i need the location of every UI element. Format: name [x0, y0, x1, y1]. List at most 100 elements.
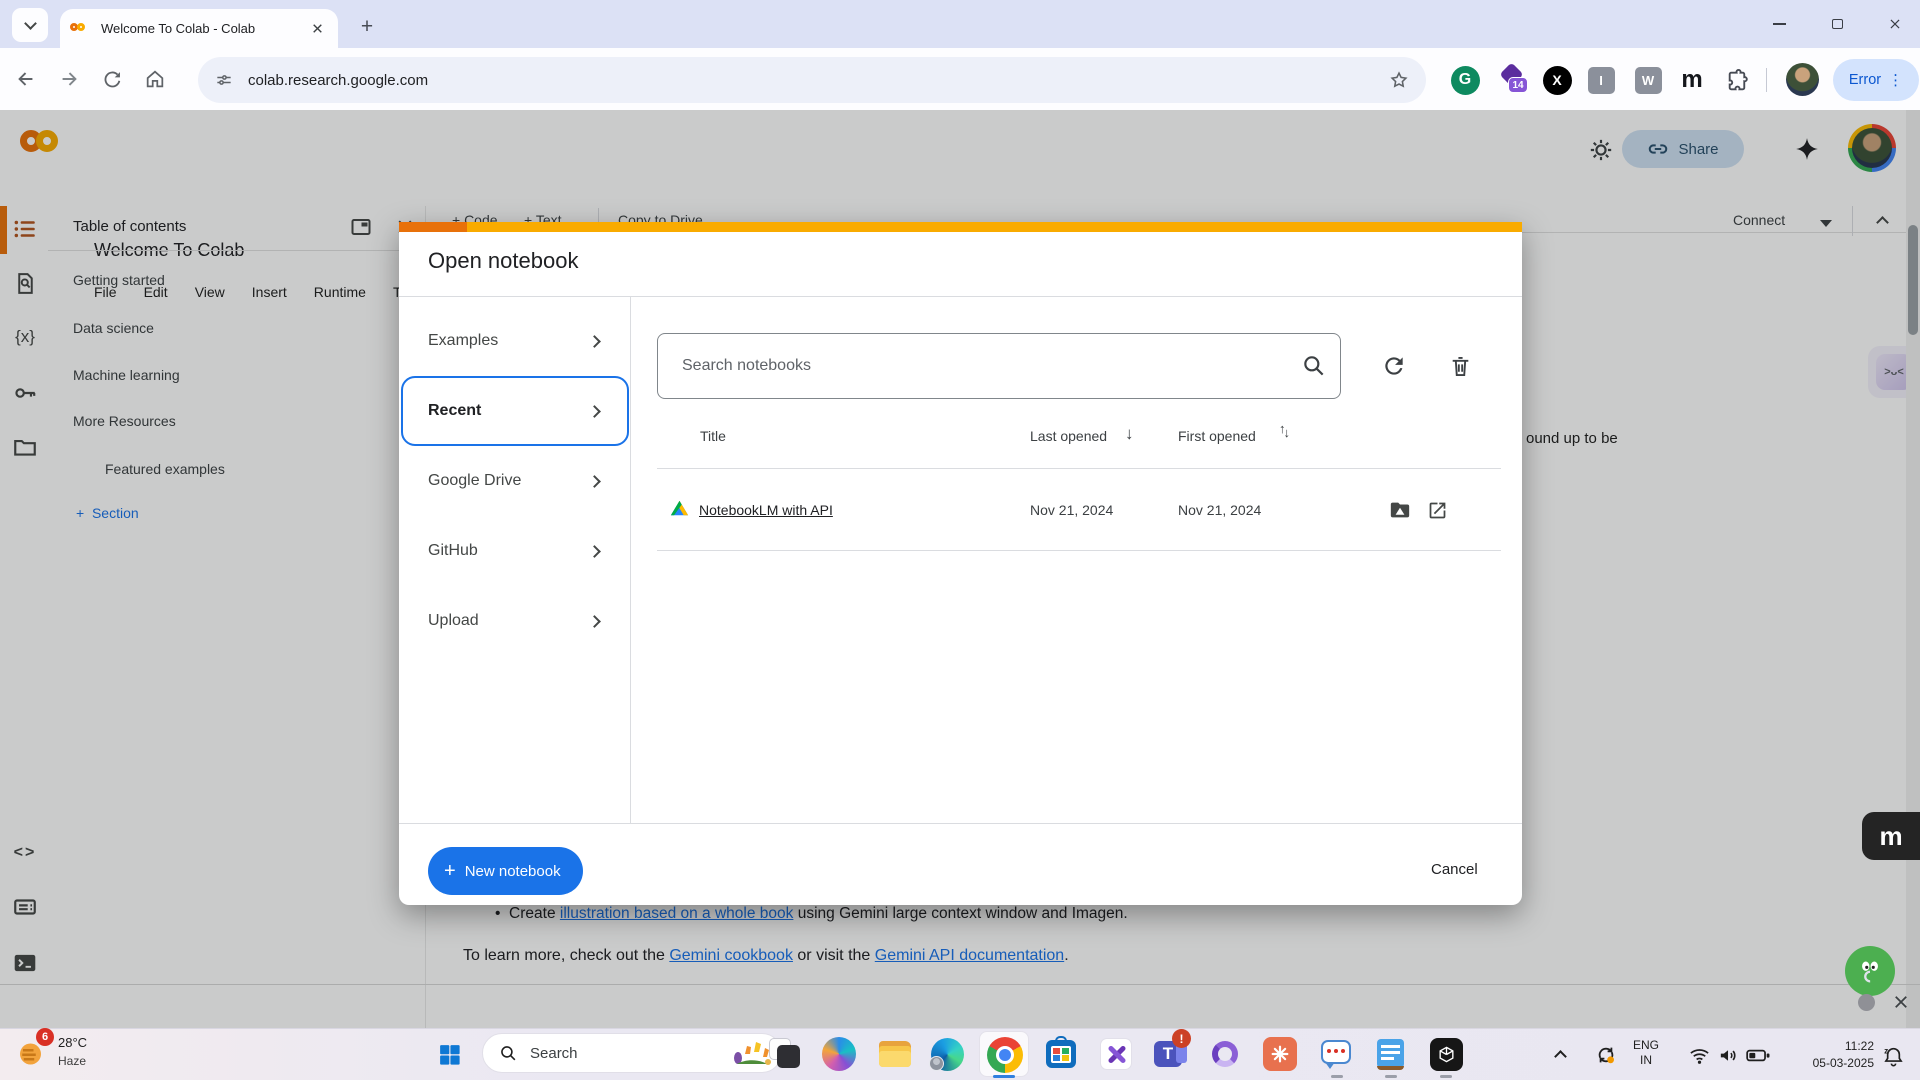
grammarly-extension-icon[interactable]: G — [1449, 64, 1481, 96]
extensions-puzzle-icon[interactable] — [1721, 64, 1753, 96]
column-first-opened[interactable]: First opened — [1178, 428, 1256, 444]
dialog-footer-divider — [399, 823, 1522, 824]
cancel-button[interactable]: Cancel — [1421, 855, 1488, 884]
column-title[interactable]: Title — [700, 428, 726, 444]
language-primary: ENG — [1633, 1038, 1659, 1053]
weather-condition: Haze — [58, 1054, 86, 1068]
tab-search-chevron-button[interactable] — [12, 8, 48, 42]
url-text[interactable]: colab.research.google.com — [248, 72, 1388, 89]
reload-button[interactable] — [95, 62, 129, 96]
clock-date: 05-03-2025 — [1786, 1055, 1874, 1072]
wifi-icon[interactable] — [1685, 1041, 1713, 1069]
copilot-icon[interactable] — [820, 1035, 858, 1073]
monica-extension-button[interactable]: m — [1862, 812, 1920, 860]
w-extension-icon[interactable]: W — [1632, 64, 1664, 96]
chrome-running-indicator — [993, 1075, 1015, 1078]
chat-running-indicator — [1331, 1075, 1343, 1078]
dialog-nav-examples[interactable]: Examples — [409, 317, 621, 365]
start-button[interactable] — [430, 1035, 468, 1073]
cube-app-icon[interactable] — [1427, 1035, 1465, 1073]
notebook-search-input[interactable] — [658, 357, 1288, 375]
nav-label: Examples — [428, 332, 498, 350]
notepad-app-icon[interactable] — [1372, 1035, 1410, 1073]
edge-icon[interactable] — [928, 1035, 966, 1073]
assistant-close-icon[interactable] — [1890, 991, 1912, 1013]
notepad-running-indicator — [1385, 1075, 1397, 1078]
forward-button[interactable] — [52, 62, 86, 96]
browser-update-error-button[interactable]: Error ⋮ — [1833, 59, 1919, 101]
coupon-extension-icon[interactable]: 14 — [1498, 64, 1530, 96]
table-row[interactable]: NotebookLM with API Nov 21, 2024 Nov 21,… — [657, 469, 1501, 550]
chat-app-icon[interactable] — [1318, 1035, 1356, 1073]
cell-first-opened: Nov 21, 2024 — [1178, 502, 1261, 518]
trash-button[interactable] — [1437, 343, 1483, 389]
new-notebook-label: New notebook — [465, 863, 561, 880]
loop-icon[interactable] — [1206, 1035, 1244, 1073]
language-secondary: IN — [1633, 1053, 1659, 1068]
notification-bell-icon[interactable]: z — [1878, 1041, 1908, 1071]
i-extension-icon[interactable]: I — [1585, 64, 1617, 96]
volume-icon[interactable] — [1714, 1041, 1742, 1069]
designer-icon[interactable] — [1097, 1035, 1135, 1073]
back-button[interactable] — [9, 62, 43, 96]
bookmark-star-icon[interactable] — [1388, 69, 1410, 91]
open-in-new-icon[interactable] — [1422, 495, 1452, 525]
active-tab[interactable]: Welcome To Colab - Colab — [60, 9, 338, 48]
sync-status-icon[interactable] — [1592, 1041, 1620, 1069]
cube-running-indicator — [1440, 1075, 1452, 1078]
chevron-right-icon — [588, 545, 601, 558]
tab-title: Welcome To Colab - Colab — [101, 21, 306, 36]
drive-file-icon — [668, 497, 691, 520]
ms-store-icon[interactable] — [1042, 1035, 1080, 1073]
new-tab-button[interactable]: + — [352, 12, 382, 42]
open-in-drive-icon[interactable] — [1385, 495, 1415, 525]
new-notebook-button[interactable]: + New notebook — [428, 847, 583, 895]
refresh-button[interactable] — [1371, 343, 1417, 389]
browser-menu-icon[interactable]: ⋮ — [1888, 73, 1903, 88]
teams-icon[interactable]: T ! — [1152, 1035, 1190, 1073]
tab-close-icon[interactable] — [306, 18, 328, 40]
file-explorer-icon[interactable] — [876, 1035, 914, 1073]
window-close-button[interactable] — [1878, 10, 1912, 38]
clock-time: 11:22 — [1786, 1038, 1874, 1055]
x-extension-icon[interactable]: X — [1541, 64, 1573, 96]
search-icon[interactable] — [1288, 343, 1340, 389]
notebook-link[interactable]: NotebookLM with API — [699, 502, 833, 518]
screen: Welcome To Colab File Edit View Insert R… — [0, 0, 1920, 1080]
starburst-app-icon[interactable] — [1261, 1035, 1299, 1073]
table-row-divider — [657, 550, 1501, 551]
chevron-right-icon — [588, 615, 601, 628]
dialog-nav-github[interactable]: GitHub — [409, 527, 621, 575]
url-bar[interactable]: colab.research.google.com — [198, 57, 1426, 103]
taskbar-search-box[interactable]: Search — [482, 1033, 782, 1073]
clippy-assistant-button[interactable] — [1845, 946, 1895, 996]
weather-widget[interactable]: 6 28°C Haze — [12, 1032, 162, 1076]
sort-both-icon[interactable]: ↑↓ — [1279, 421, 1290, 436]
window-maximize-button[interactable] — [1820, 10, 1854, 38]
nav-label: Upload — [428, 612, 479, 630]
chevron-right-icon — [588, 475, 601, 488]
dialog-nav-divider — [630, 297, 631, 823]
window-minimize-button[interactable] — [1762, 10, 1796, 38]
assistant-minimize-dot[interactable] — [1858, 994, 1875, 1011]
home-button[interactable] — [138, 62, 172, 96]
site-settings-icon[interactable] — [214, 70, 234, 90]
column-last-opened[interactable]: Last opened — [1030, 428, 1107, 444]
chrome-active-plate[interactable] — [979, 1031, 1029, 1077]
cell-last-opened: Nov 21, 2024 — [1030, 502, 1113, 518]
teams-alert-badge: ! — [1172, 1029, 1191, 1048]
battery-icon[interactable] — [1743, 1041, 1773, 1069]
plus-icon: + — [444, 861, 456, 881]
dialog-nav-recent[interactable]: Recent — [409, 387, 621, 435]
monica-extension-icon[interactable]: m — [1676, 64, 1708, 96]
sort-desc-icon[interactable]: ↓ — [1125, 424, 1134, 444]
dialog-title: Open notebook — [428, 248, 578, 274]
dialog-nav-upload[interactable]: Upload — [409, 597, 621, 645]
clock-widget[interactable]: 11:22 05-03-2025 — [1786, 1038, 1874, 1072]
dialog-header-divider — [399, 296, 1522, 297]
language-indicator[interactable]: ENG IN — [1633, 1038, 1659, 1068]
task-view-icon[interactable] — [766, 1035, 804, 1073]
dialog-nav-google-drive[interactable]: Google Drive — [409, 457, 621, 505]
browser-profile-avatar[interactable] — [1786, 63, 1819, 96]
open-notebook-dialog: Open notebook Examples Recent Google Dri… — [399, 222, 1522, 905]
